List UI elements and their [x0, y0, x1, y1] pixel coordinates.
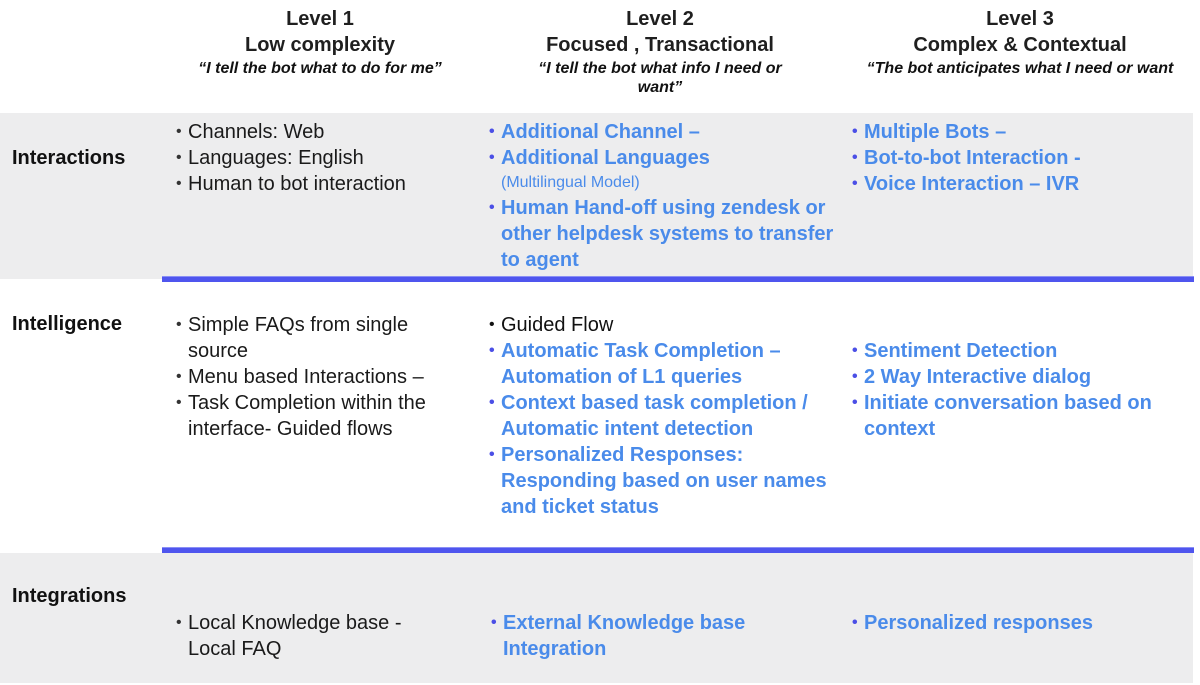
row-label-integrations: Integrations [12, 585, 127, 607]
row-divider [162, 547, 1194, 553]
level-subtitle: Complex & Contextual [913, 34, 1127, 56]
row-label-intelligence: Intelligence [12, 313, 123, 335]
bullet-icon: • [489, 342, 495, 359]
level-quote: “The bot anticipates what I need or want [866, 60, 1174, 77]
row-label-interactions: Interactions [12, 147, 126, 169]
level-subtitle: Focused , Transactional [546, 34, 774, 56]
bullet-icon: • [852, 368, 858, 385]
bullet-icon: • [489, 446, 495, 463]
list-item: • Personalized responses [852, 612, 1093, 634]
list-item: • Bot-to-bot Interaction - [852, 147, 1081, 169]
bullet-icon: • [176, 123, 182, 140]
bullet-icon: • [176, 149, 182, 166]
list-item: • Sentiment Detection [852, 340, 1058, 362]
list-item: • Channels: Web [176, 121, 325, 143]
list-item: • Human to bot interaction [176, 173, 406, 195]
interactions-level-1-cell: • Channels: Web • Languages: English • Huma… [176, 119, 476, 197]
bullet-icon: • [852, 342, 858, 359]
integrations-level-1-cell: • Local Knowledge base - Local FAQ [176, 610, 436, 662]
bullet-icon: • [489, 149, 495, 166]
column-header-level-1: Level 1 Low complexity “I tell the bot w… [165, 6, 475, 78]
bullet-icon: • [852, 175, 858, 192]
bullet-icon: • [852, 614, 858, 631]
list-item: • Languages: English [176, 147, 364, 169]
list-item: • Additional Languages [489, 147, 710, 169]
column-header-level-2: Level 2 Focused , Transactional “I tell … [495, 6, 825, 97]
list-item: • 2 Way Interactive dialog [852, 366, 1092, 388]
list-item: • Task Completion within the interface- G… [176, 392, 426, 440]
interactions-level-3-cell: • Multiple Bots – • Bot-to-bot Interaction… [852, 119, 1182, 197]
bullet-icon: • [489, 394, 495, 411]
bullet-icon: • [852, 123, 858, 140]
column-header-level-3: Level 3 Complex & Contextual “The bot an… [850, 6, 1190, 78]
level-title: Level 1 [286, 8, 354, 30]
list-item: • Menu based Interactions – [176, 366, 424, 388]
list-item: • Automatic Task Completion – Automation … [489, 340, 781, 388]
integrations-level-2-cell: • External Knowledge base Integration [491, 610, 791, 662]
bullet-icon: • [852, 149, 858, 166]
bullet-icon: • [489, 199, 495, 216]
list-item: • External Knowledge base Integration [491, 612, 746, 660]
level-quote: “I tell the bot what to do for me” [198, 60, 442, 77]
level-quote: “I tell the bot what info I need or want… [538, 60, 782, 96]
bullet-icon: • [489, 123, 495, 140]
integrations-level-3-cell: • Personalized responses [852, 610, 1182, 636]
bullet-icon: • [491, 614, 497, 631]
level-title: Level 3 [986, 8, 1054, 30]
list-item: • Local Knowledge base - Local FAQ [176, 612, 402, 660]
list-item: • Additional Channel – [489, 121, 700, 143]
bullet-icon: • [852, 394, 858, 411]
list-item: • Context based task completion / Automat… [489, 392, 808, 440]
bullet-icon: • [176, 316, 182, 333]
level-subtitle: Low complexity [244, 34, 396, 56]
level-title: Level 2 [626, 8, 694, 30]
bullet-icon: • [176, 614, 182, 631]
bullet-icon: • [489, 316, 495, 333]
list-item: • Voice Interaction – IVR [852, 173, 1080, 195]
list-item: • Multiple Bots – [852, 121, 1007, 143]
list-item: • Simple FAQs from single source [176, 314, 409, 362]
interactions-level-2-cell: • Additional Channel – • Additional Langua… [489, 119, 839, 273]
row-divider [162, 276, 1194, 282]
list-item: • Human Hand-off using zendesk or other h… [489, 197, 834, 271]
intelligence-level-3-cell: • Sentiment Detection • 2 Way Interactive … [852, 338, 1187, 442]
list-item: • Personalized Responses: Responding base… [489, 444, 827, 518]
bullet-icon: • [176, 175, 182, 192]
bullet-icon: • [176, 368, 182, 385]
list-item: • Guided Flow [489, 314, 614, 336]
intelligence-level-2-cell: • Guided Flow • Automatic Task Completion … [489, 312, 834, 520]
list-item-note: (Multilingual Model) [501, 174, 640, 191]
list-item: • Initiate conversation based on context [852, 392, 1152, 440]
intelligence-level-1-cell: • Simple FAQs from single source • Menu ba… [176, 312, 466, 442]
bullet-icon: • [176, 394, 182, 411]
